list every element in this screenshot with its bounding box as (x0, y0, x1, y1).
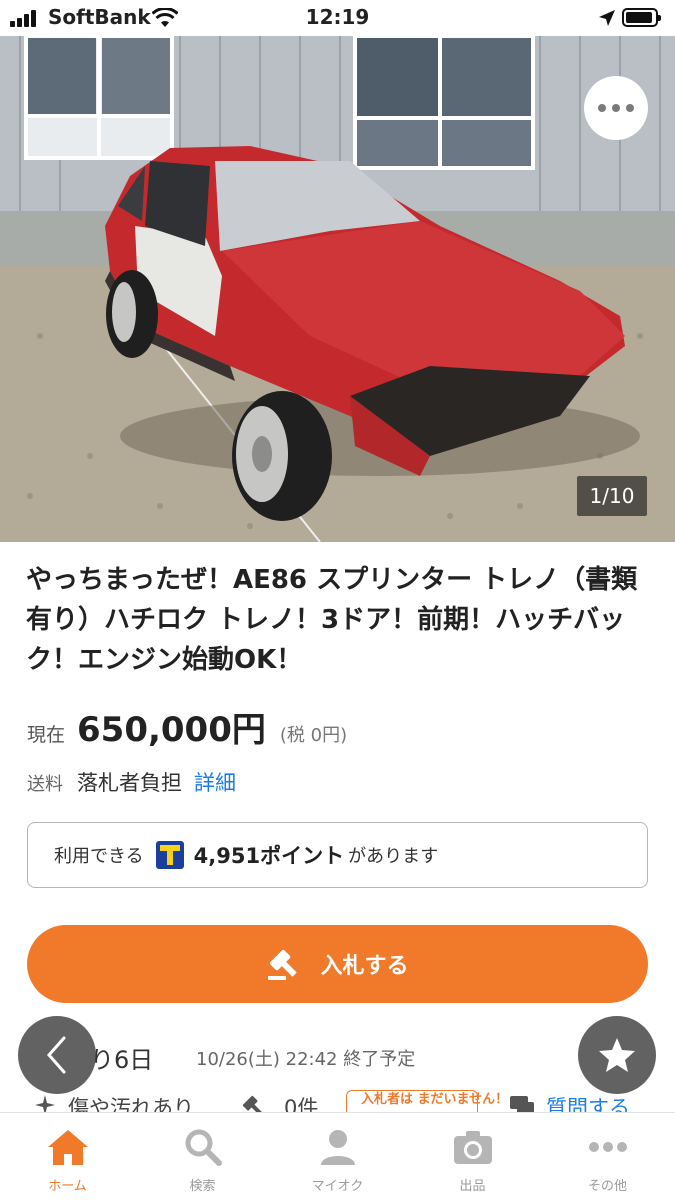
ask-question-link[interactable]: 質問する (546, 1092, 630, 1112)
item-photo[interactable]: 1/10 (0, 36, 675, 542)
search-icon (185, 1129, 222, 1166)
remaining-time: り6日 (90, 1046, 154, 1074)
points-box[interactable]: 利用できる 4,951ポイント があります (27, 822, 648, 888)
watchlist-button[interactable] (578, 1016, 656, 1094)
photo-counter: 1/10 (577, 476, 647, 516)
more-dots-icon (598, 104, 606, 112)
shipping-value: 落札者負担 (77, 771, 182, 795)
item-title: やっちまったぜ！AE86 スプリンター トレノ（書類有り）ハチロク トレノ！3ド… (26, 565, 638, 675)
shipping-label: 送料 (27, 774, 63, 795)
camera-icon (453, 1131, 492, 1164)
tab-sell-label: 出品 (459, 1179, 486, 1194)
no-bidders-badge: 入札者は まだいません！ (346, 1090, 508, 1112)
points-prefix: 利用できる (54, 846, 144, 867)
more-dots-icon (588, 1142, 627, 1152)
chevron-left-icon (46, 1036, 66, 1074)
tax-amount: (税 0円) (279, 725, 348, 746)
more-options-button[interactable] (584, 76, 648, 140)
price-row: 現在 650,000円 (税 0円) (27, 702, 348, 750)
clock: 12:19 (305, 5, 370, 29)
price-label: 現在 (27, 724, 66, 746)
tab-home-label: ホーム (48, 1179, 87, 1194)
bid-count-gavel-icon (242, 1095, 263, 1112)
location-arrow-icon (599, 10, 615, 26)
end-time: 10/26(土) 22:42 終了予定 (196, 1049, 416, 1070)
shipping-row: 送料 落札者負担 詳細 (27, 767, 236, 797)
tab-other[interactable]: その他 (540, 1113, 675, 1201)
back-button[interactable] (18, 1016, 96, 1094)
bid-button[interactable]: 入札する (27, 925, 648, 1003)
home-icon (47, 1130, 88, 1165)
auction-info-row: 傷や汚れあり 0件 入札者は まだいません！ 質問する (34, 1090, 654, 1112)
tab-other-label: その他 (587, 1179, 627, 1194)
battery-icon (622, 8, 661, 27)
shipping-details-link[interactable]: 詳細 (194, 767, 236, 797)
tab-search-label: 検索 (189, 1179, 216, 1194)
tab-home[interactable]: ホーム (0, 1113, 135, 1201)
gavel-icon (268, 949, 298, 980)
status-bar: SoftBank 12:19 (0, 0, 675, 36)
t-point-icon (155, 841, 184, 869)
tab-sell[interactable]: 出品 (405, 1113, 540, 1201)
star-icon (599, 1038, 635, 1072)
bid-count: 0件 (284, 1096, 319, 1112)
tab-my-auction[interactable]: マイオク (270, 1113, 405, 1201)
current-price: 650,000円 (77, 710, 266, 750)
sparkle-icon (35, 1095, 55, 1112)
car-photo-image (0, 36, 675, 542)
bid-button-label: 入札する (320, 954, 409, 979)
tab-my-auction-label: マイオク (311, 1179, 364, 1194)
tab-bar: ホーム 検索 マイオク 出品 その他 (0, 1112, 675, 1200)
points-value: 4,951ポイント (193, 844, 345, 868)
person-icon (320, 1130, 355, 1165)
question-bubble-icon (510, 1096, 534, 1112)
tab-search[interactable]: 検索 (135, 1113, 270, 1201)
item-condition: 傷や汚れあり (68, 1096, 194, 1112)
points-suffix: があります (348, 846, 439, 867)
